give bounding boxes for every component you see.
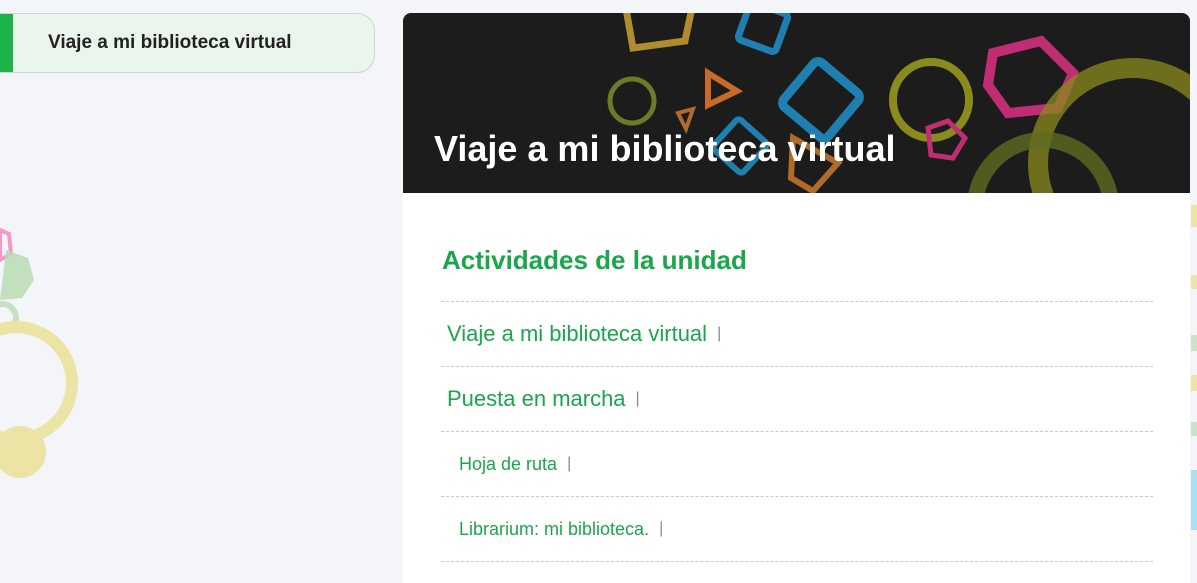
page: Viaje a mi biblioteca virtual Viaje a mi…: [0, 0, 1197, 583]
sidebar-current-unit-item[interactable]: Viaje a mi biblioteca virtual: [0, 13, 375, 73]
decorative-shapes-left: [0, 227, 78, 478]
activity-item-viaje[interactable]: Viaje a mi biblioteca virtual |: [441, 302, 1153, 367]
activity-link[interactable]: Librarium: mi biblioteca.: [459, 519, 649, 540]
activity-item-librarium[interactable]: Librarium: mi biblioteca. |: [441, 497, 1153, 562]
activity-link[interactable]: Puesta en marcha: [447, 386, 626, 412]
activity-link[interactable]: Viaje a mi biblioteca virtual: [447, 321, 707, 347]
unit-banner: Viaje a mi biblioteca virtual: [403, 13, 1190, 193]
activity-separator: |: [717, 325, 722, 342]
sidebar-item-label: Viaje a mi biblioteca virtual: [48, 32, 292, 53]
unit-card: Viaje a mi biblioteca virtual Actividade…: [403, 13, 1190, 583]
activity-separator: |: [659, 520, 664, 537]
activity-separator: |: [635, 390, 640, 407]
unit-title: Viaje a mi biblioteca virtual: [434, 128, 896, 169]
section-heading: Actividades de la unidad: [442, 245, 747, 275]
activity-item-puesta-en-marcha[interactable]: Puesta en marcha |: [441, 367, 1153, 432]
activity-item-hoja-de-ruta[interactable]: Hoja de ruta |: [441, 432, 1153, 497]
activity-separator: |: [567, 455, 572, 472]
activity-link[interactable]: Hoja de ruta: [459, 454, 557, 475]
activities-panel: Actividades de la unidad Viaje a mi bibl…: [403, 245, 1190, 562]
active-indicator: [0, 14, 13, 72]
